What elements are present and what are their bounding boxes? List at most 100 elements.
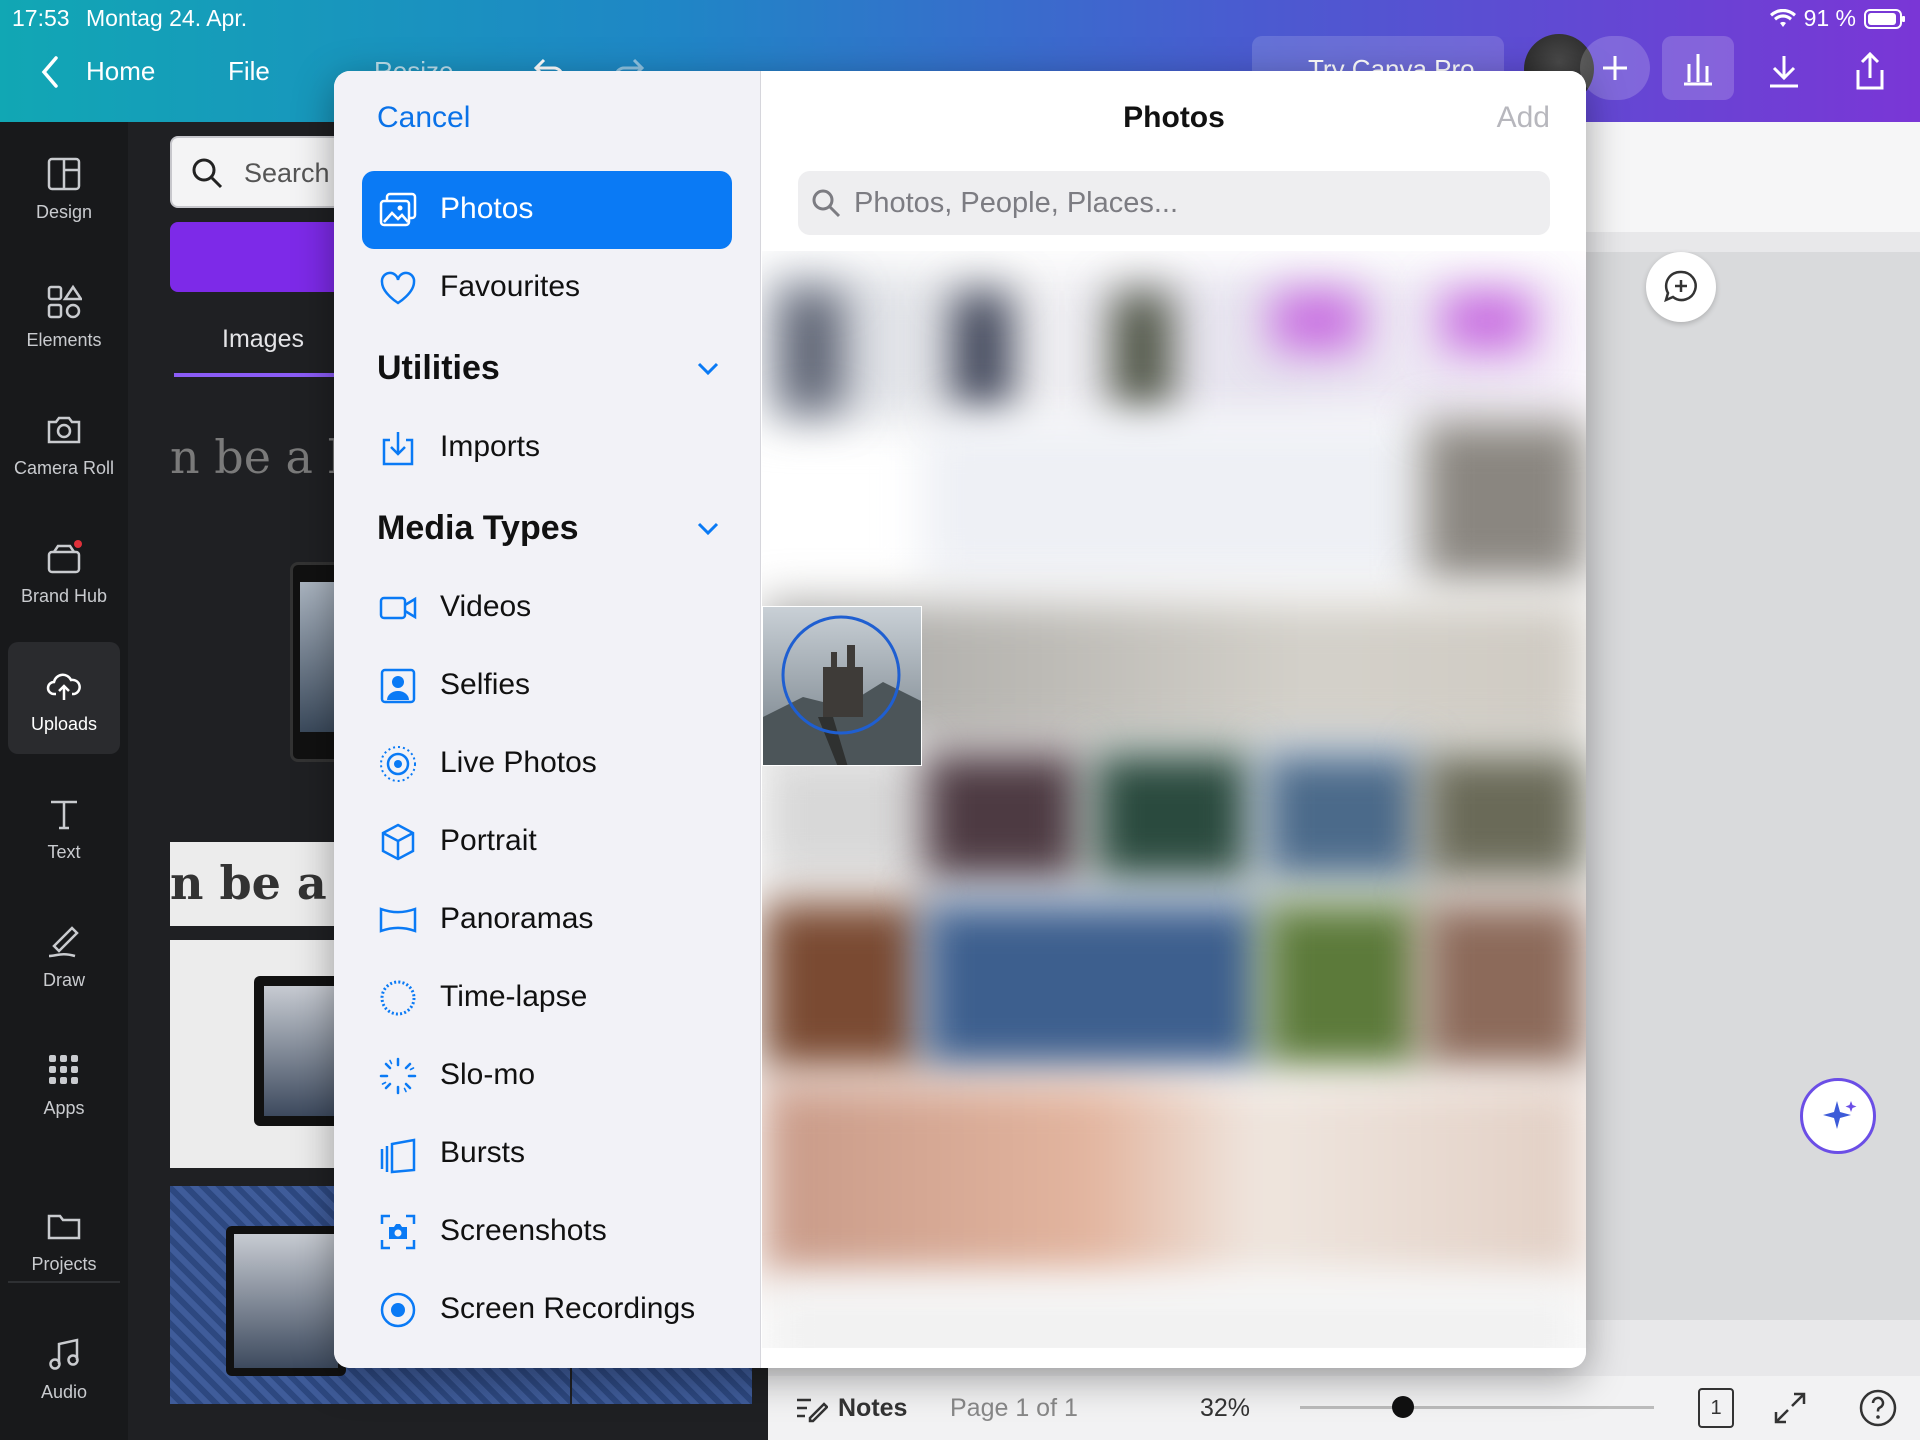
- heart-icon: [380, 271, 416, 305]
- photo-tile[interactable]: [1112, 291, 1172, 411]
- sparkle-icon: [1823, 1101, 1857, 1129]
- photo-tile[interactable]: [1422, 901, 1586, 1071]
- zoom-slider-handle[interactable]: [1392, 1396, 1414, 1418]
- photo-tile[interactable]: [1262, 901, 1422, 1071]
- sidebar-item-bursts[interactable]: Bursts: [362, 1115, 732, 1193]
- photo-search-input[interactable]: Photos, People, Places...: [798, 171, 1550, 235]
- magic-assistant-button[interactable]: [1800, 1078, 1876, 1154]
- sidebar-item-label: Audio: [40, 1382, 88, 1402]
- zoom-slider-track[interactable]: [1300, 1406, 1654, 1409]
- brand-hub-icon: [47, 540, 82, 574]
- plus-icon: [1603, 56, 1627, 80]
- comment-button[interactable]: [1646, 252, 1716, 322]
- insights-button[interactable]: [1662, 36, 1734, 100]
- timelapse-icon: [380, 980, 416, 1016]
- sidebar-item-elements[interactable]: Elements: [8, 258, 120, 370]
- media-types-section-title[interactable]: Media Types: [377, 509, 579, 548]
- tab-images[interactable]: Images: [222, 325, 304, 354]
- page-count: 1: [1710, 1397, 1722, 1419]
- sidebar-item-time-lapse[interactable]: Time-lapse: [362, 959, 732, 1037]
- sidebar-item-audio[interactable]: Audio: [8, 1310, 120, 1422]
- video-icon: [379, 596, 417, 620]
- notes-button[interactable]: Notes: [838, 1394, 907, 1423]
- sidebar-item-photos[interactable]: Photos: [362, 171, 732, 249]
- sidebar-item-label: Apps: [43, 1098, 85, 1118]
- bottom-bar: Notes Page 1 of 1 32% 1: [768, 1376, 1920, 1440]
- add-button[interactable]: Add: [1497, 101, 1550, 135]
- photo-tile[interactable]: [1272, 291, 1362, 351]
- screen-recording-icon: [380, 1292, 416, 1328]
- sidebar-item-label: Screen Recordings: [440, 1292, 696, 1325]
- import-icon: [382, 432, 414, 466]
- photo-grid: [762, 251, 1586, 1348]
- photo-tile[interactable]: [762, 901, 922, 1071]
- photo-tile[interactable]: [1442, 291, 1532, 351]
- battery-icon: [1864, 8, 1905, 29]
- sidebar-item-label: Bursts: [440, 1136, 526, 1169]
- design-icon: [47, 157, 81, 191]
- sidebar-item-projects[interactable]: Projects: [8, 1182, 120, 1294]
- sidebar-item-label: Imports: [440, 430, 541, 463]
- cancel-button[interactable]: Cancel: [377, 101, 470, 135]
- share-icon[interactable]: [1852, 50, 1888, 92]
- add-collaborator-button[interactable]: [1580, 36, 1650, 100]
- sidebar-item-label: Draw: [42, 970, 85, 990]
- sidebar-item-design[interactable]: Design: [8, 130, 120, 242]
- draw-icon: [48, 926, 79, 958]
- chevron-down-icon[interactable]: [694, 515, 722, 543]
- folder-icon: [47, 1214, 81, 1240]
- upload-cloud-icon: [46, 673, 81, 700]
- sidebar-item-screen-recordings[interactable]: Screen Recordings: [362, 1271, 732, 1349]
- sidebar-item-screenshots[interactable]: Screenshots: [362, 1193, 732, 1271]
- sidebar-item-uploads[interactable]: Uploads: [8, 642, 120, 754]
- photo-tile[interactable]: [922, 901, 1262, 1071]
- music-note-icon: [49, 1338, 79, 1370]
- photo-tile[interactable]: [952, 291, 1012, 411]
- notes-icon[interactable]: [794, 1392, 828, 1424]
- chevron-down-icon[interactable]: [694, 355, 722, 383]
- slomo-icon: [379, 1057, 417, 1095]
- fullscreen-icon[interactable]: [1772, 1390, 1808, 1426]
- sidebar-item-favourites[interactable]: Favourites: [362, 249, 732, 327]
- add-comment-icon: [1664, 270, 1697, 303]
- sidebar-item-selfies[interactable]: Selfies: [362, 647, 732, 725]
- page-count-button[interactable]: 1: [1698, 1388, 1734, 1428]
- sidebar-item-slo-mo[interactable]: Slo-mo: [362, 1037, 732, 1115]
- sidebar-item-camera-roll[interactable]: Camera Roll: [8, 386, 120, 498]
- download-icon[interactable]: [1766, 52, 1802, 92]
- photo-tile[interactable]: [762, 1081, 1586, 1281]
- file-menu[interactable]: File: [228, 56, 270, 87]
- home-link[interactable]: Home: [86, 56, 155, 87]
- sidebar-item-draw[interactable]: Draw: [8, 898, 120, 1010]
- photo-tile[interactable]: [782, 291, 842, 411]
- photo-tile[interactable]: [1092, 751, 1252, 881]
- page-indicator[interactable]: Page 1 of 1: [950, 1394, 1078, 1423]
- sidebar-item-text[interactable]: Text: [8, 770, 120, 882]
- sidebar-item-brand-hub[interactable]: Brand Hub: [8, 514, 120, 626]
- photo-picker-modal: Cancel Photos Favourites Utilities Impor…: [334, 71, 1586, 1368]
- sidebar-item-live-photos[interactable]: Live Photos: [362, 725, 732, 803]
- sidebar-item-panoramas[interactable]: Panoramas: [362, 881, 732, 959]
- sidebar-item-portrait[interactable]: Portrait: [362, 803, 732, 881]
- utilities-section-title[interactable]: Utilities: [377, 349, 500, 388]
- selected-photo-thumbnail[interactable]: [762, 606, 922, 766]
- photo-tile[interactable]: [762, 1281, 1586, 1348]
- thumbnail-text: n be a k: [170, 430, 356, 484]
- sidebar-item-imports[interactable]: Imports: [362, 409, 732, 487]
- photo-tile[interactable]: [922, 751, 1082, 881]
- sidebar-item-label: Text: [47, 842, 81, 862]
- sidebar-item-apps[interactable]: Apps: [8, 1026, 120, 1138]
- photo-tile[interactable]: [762, 751, 922, 881]
- sidebar-item-videos[interactable]: Videos: [362, 569, 732, 647]
- chevron-left-icon[interactable]: [38, 52, 62, 92]
- photo-tile[interactable]: [1422, 751, 1586, 881]
- bursts-icon: [380, 1138, 416, 1174]
- photo-tile[interactable]: [1422, 421, 1586, 581]
- wifi-icon: [1769, 8, 1796, 27]
- photo-tile[interactable]: [1262, 751, 1422, 881]
- sidebar-item-label: Uploads: [30, 714, 98, 734]
- live-photo-icon: [380, 746, 416, 782]
- sidebar-item-label: Photos: [440, 192, 534, 225]
- photo-tile[interactable]: [922, 421, 1422, 581]
- help-icon[interactable]: [1858, 1388, 1898, 1428]
